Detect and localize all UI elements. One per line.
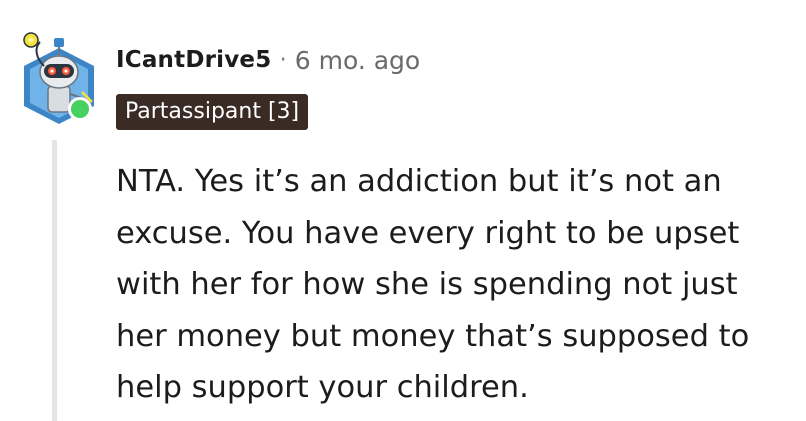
timestamp-link[interactable]: 6 mo. ago — [295, 46, 420, 75]
online-status-indicator — [68, 97, 92, 121]
thread-collapse-line[interactable] — [52, 140, 57, 421]
username-link[interactable]: ICantDrive5 — [116, 47, 271, 73]
comment-body-line: help support your children. — [116, 370, 529, 405]
comment-body-line: with her for how she is spending not jus… — [116, 267, 738, 302]
comment-body-line: excuse. You have every right to be upset — [116, 215, 740, 251]
meta-separator: · — [279, 47, 287, 73]
comment: ICantDrive5 · 6 mo. ago Partassipant [3]… — [0, 0, 806, 421]
user-flair-badge: Partassipant [3] — [116, 94, 309, 130]
comment-body-line: her money but money that’s supposed to — [116, 318, 750, 354]
comment-body-line: NTA. Yes it’s an addiction but it’s not … — [116, 164, 722, 199]
comment-body: NTA. Yes it’s an addiction but it’s not … — [116, 156, 801, 414]
comment-meta: ICantDrive5 · 6 mo. ago — [116, 42, 420, 78]
